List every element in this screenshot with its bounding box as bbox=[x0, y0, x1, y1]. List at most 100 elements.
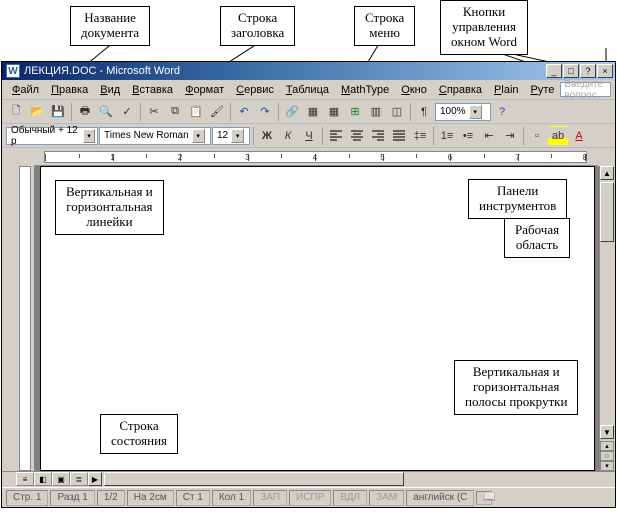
chevron-down-icon: ▾ bbox=[231, 129, 244, 143]
scroll-thumb[interactable] bbox=[104, 472, 404, 486]
undo-icon[interactable]: ↶ bbox=[234, 102, 254, 122]
status-rec[interactable]: ЗАП bbox=[253, 490, 287, 506]
status-page: Стр. 1 bbox=[6, 490, 48, 506]
vertical-ruler[interactable] bbox=[16, 166, 34, 471]
italic-icon[interactable]: К bbox=[278, 126, 298, 146]
drawing-icon[interactable]: ◫ bbox=[387, 102, 407, 122]
maximize-button[interactable]: □ bbox=[563, 64, 579, 78]
next-page-icon[interactable]: ▾ bbox=[600, 461, 614, 471]
hyperlink-icon[interactable]: 🔗 bbox=[282, 102, 302, 122]
help-button[interactable]: ? bbox=[580, 64, 596, 78]
ruler-number: 3 bbox=[245, 153, 249, 162]
web-view-icon[interactable]: ◧ bbox=[34, 472, 52, 486]
align-right-icon[interactable] bbox=[368, 126, 388, 146]
excel-icon[interactable]: ⊞ bbox=[345, 102, 365, 122]
borders-icon[interactable]: ▫ bbox=[527, 126, 547, 146]
zoom-value: 100% bbox=[440, 106, 466, 117]
style-combo[interactable]: Обычный + 12 p▾ bbox=[6, 127, 98, 145]
show-marks-icon[interactable]: ¶ bbox=[414, 102, 434, 122]
status-ovr[interactable]: ЗАМ bbox=[369, 490, 404, 506]
ask-question-input[interactable]: Введите вопрос bbox=[560, 82, 611, 97]
prev-page-icon[interactable]: ▴ bbox=[600, 441, 614, 451]
separator bbox=[278, 103, 279, 121]
menu-table[interactable]: Таблица bbox=[280, 82, 335, 98]
status-pagecount: 1/2 bbox=[97, 490, 125, 506]
menu-mathtype[interactable]: MathType bbox=[335, 82, 395, 98]
menu-format[interactable]: Формат bbox=[179, 82, 230, 98]
paste-icon[interactable]: 📋 bbox=[186, 102, 206, 122]
menu-plain[interactable]: Plain bbox=[488, 82, 524, 98]
new-icon[interactable]: 🗋 bbox=[6, 102, 26, 122]
zoom-combo[interactable]: 100%▾ bbox=[435, 103, 491, 121]
menu-window[interactable]: Окно bbox=[395, 82, 433, 98]
titlebar[interactable]: W ЛЕКЦИЯ.DOC - Microsoft Word _ □ ? × bbox=[2, 62, 615, 80]
help-icon[interactable]: ? bbox=[492, 102, 512, 122]
normal-view-icon[interactable]: ≡ bbox=[16, 472, 34, 486]
redo-icon[interactable]: ↷ bbox=[255, 102, 275, 122]
size-combo[interactable]: 12▾ bbox=[212, 127, 250, 145]
decrease-indent-icon[interactable]: ⇤ bbox=[479, 126, 499, 146]
font-combo[interactable]: Times New Roman▾ bbox=[99, 127, 211, 145]
browse-object-icon[interactable]: ○ bbox=[600, 451, 614, 461]
align-center-icon[interactable] bbox=[347, 126, 367, 146]
horizontal-scrollbar[interactable]: ◀ ▶ bbox=[88, 472, 615, 487]
align-justify-icon[interactable] bbox=[389, 126, 409, 146]
align-left-icon[interactable] bbox=[326, 126, 346, 146]
ruler-number: 8 bbox=[583, 153, 587, 162]
menu-tools[interactable]: Сервис bbox=[230, 82, 280, 98]
page[interactable] bbox=[40, 166, 595, 471]
scroll-right-icon[interactable]: ▶ bbox=[88, 472, 102, 486]
word-window: W ЛЕКЦИЯ.DOC - Microsoft Word _ □ ? × Фа… bbox=[1, 61, 616, 508]
save-icon[interactable]: 💾 bbox=[48, 102, 68, 122]
ruler-number: 1 bbox=[110, 153, 114, 162]
status-lang[interactable]: английск (С bbox=[406, 490, 474, 506]
open-icon[interactable]: 📂 bbox=[27, 102, 47, 122]
separator bbox=[433, 127, 434, 145]
columns-icon[interactable]: ▥ bbox=[366, 102, 386, 122]
style-value: Обычный + 12 p bbox=[11, 125, 80, 147]
highlight-icon[interactable]: ab bbox=[548, 126, 568, 146]
print-icon[interactable]: 🖶 bbox=[75, 102, 95, 122]
cut-icon[interactable]: ✂ bbox=[144, 102, 164, 122]
status-trk[interactable]: ИСПР bbox=[289, 490, 331, 506]
font-color-icon[interactable]: A bbox=[569, 126, 589, 146]
copy-icon[interactable]: ⧉ bbox=[165, 102, 185, 122]
print-layout-view-icon[interactable]: ▣ bbox=[52, 472, 70, 486]
close-button[interactable]: × bbox=[597, 64, 613, 78]
spellcheck-icon[interactable]: ✓ bbox=[117, 102, 137, 122]
minimize-button[interactable]: _ bbox=[546, 64, 562, 78]
insert-table-icon[interactable]: ▦ bbox=[324, 102, 344, 122]
menu-insert[interactable]: Вставка bbox=[126, 82, 179, 98]
ruler-number: 6 bbox=[448, 153, 452, 162]
bold-icon[interactable]: Ж bbox=[257, 126, 277, 146]
menu-file[interactable]: Файл bbox=[6, 82, 45, 98]
ruler-number: 4 bbox=[313, 153, 317, 162]
underline-icon[interactable]: Ч bbox=[299, 126, 319, 146]
chevron-down-icon: ▾ bbox=[469, 105, 482, 119]
menu-help[interactable]: Справка bbox=[433, 82, 488, 98]
tables-borders-icon[interactable]: ▦ bbox=[303, 102, 323, 122]
spell-status-icon[interactable]: 📖 bbox=[476, 491, 492, 505]
menu-rute[interactable]: Руте bbox=[525, 82, 561, 98]
separator bbox=[230, 103, 231, 121]
scroll-thumb[interactable] bbox=[600, 182, 614, 242]
separator bbox=[410, 103, 411, 121]
horizontal-ruler[interactable]: 12345678 bbox=[34, 148, 597, 166]
menu-view[interactable]: Вид bbox=[94, 82, 126, 98]
increase-indent-icon[interactable]: ⇥ bbox=[500, 126, 520, 146]
scroll-up-icon[interactable]: ▲ bbox=[600, 166, 614, 180]
document-area[interactable] bbox=[34, 166, 599, 471]
numbered-list-icon[interactable]: 1≡ bbox=[437, 126, 457, 146]
preview-icon[interactable]: 🔍 bbox=[96, 102, 116, 122]
ruler-number: 7 bbox=[515, 153, 519, 162]
scroll-down-icon[interactable]: ▼ bbox=[600, 425, 614, 439]
separator bbox=[71, 103, 72, 121]
line-spacing-icon[interactable]: ‡≡ bbox=[410, 126, 430, 146]
vertical-scrollbar[interactable]: ▲ ▼ ▴ ○ ▾ bbox=[599, 166, 615, 471]
separator bbox=[322, 127, 323, 145]
menu-edit[interactable]: Правка bbox=[45, 82, 94, 98]
outline-view-icon[interactable]: ≣ bbox=[70, 472, 88, 486]
status-ext[interactable]: ВДЛ bbox=[333, 490, 367, 506]
bullet-list-icon[interactable]: •≡ bbox=[458, 126, 478, 146]
format-painter-icon[interactable]: 🖌 bbox=[207, 102, 227, 122]
